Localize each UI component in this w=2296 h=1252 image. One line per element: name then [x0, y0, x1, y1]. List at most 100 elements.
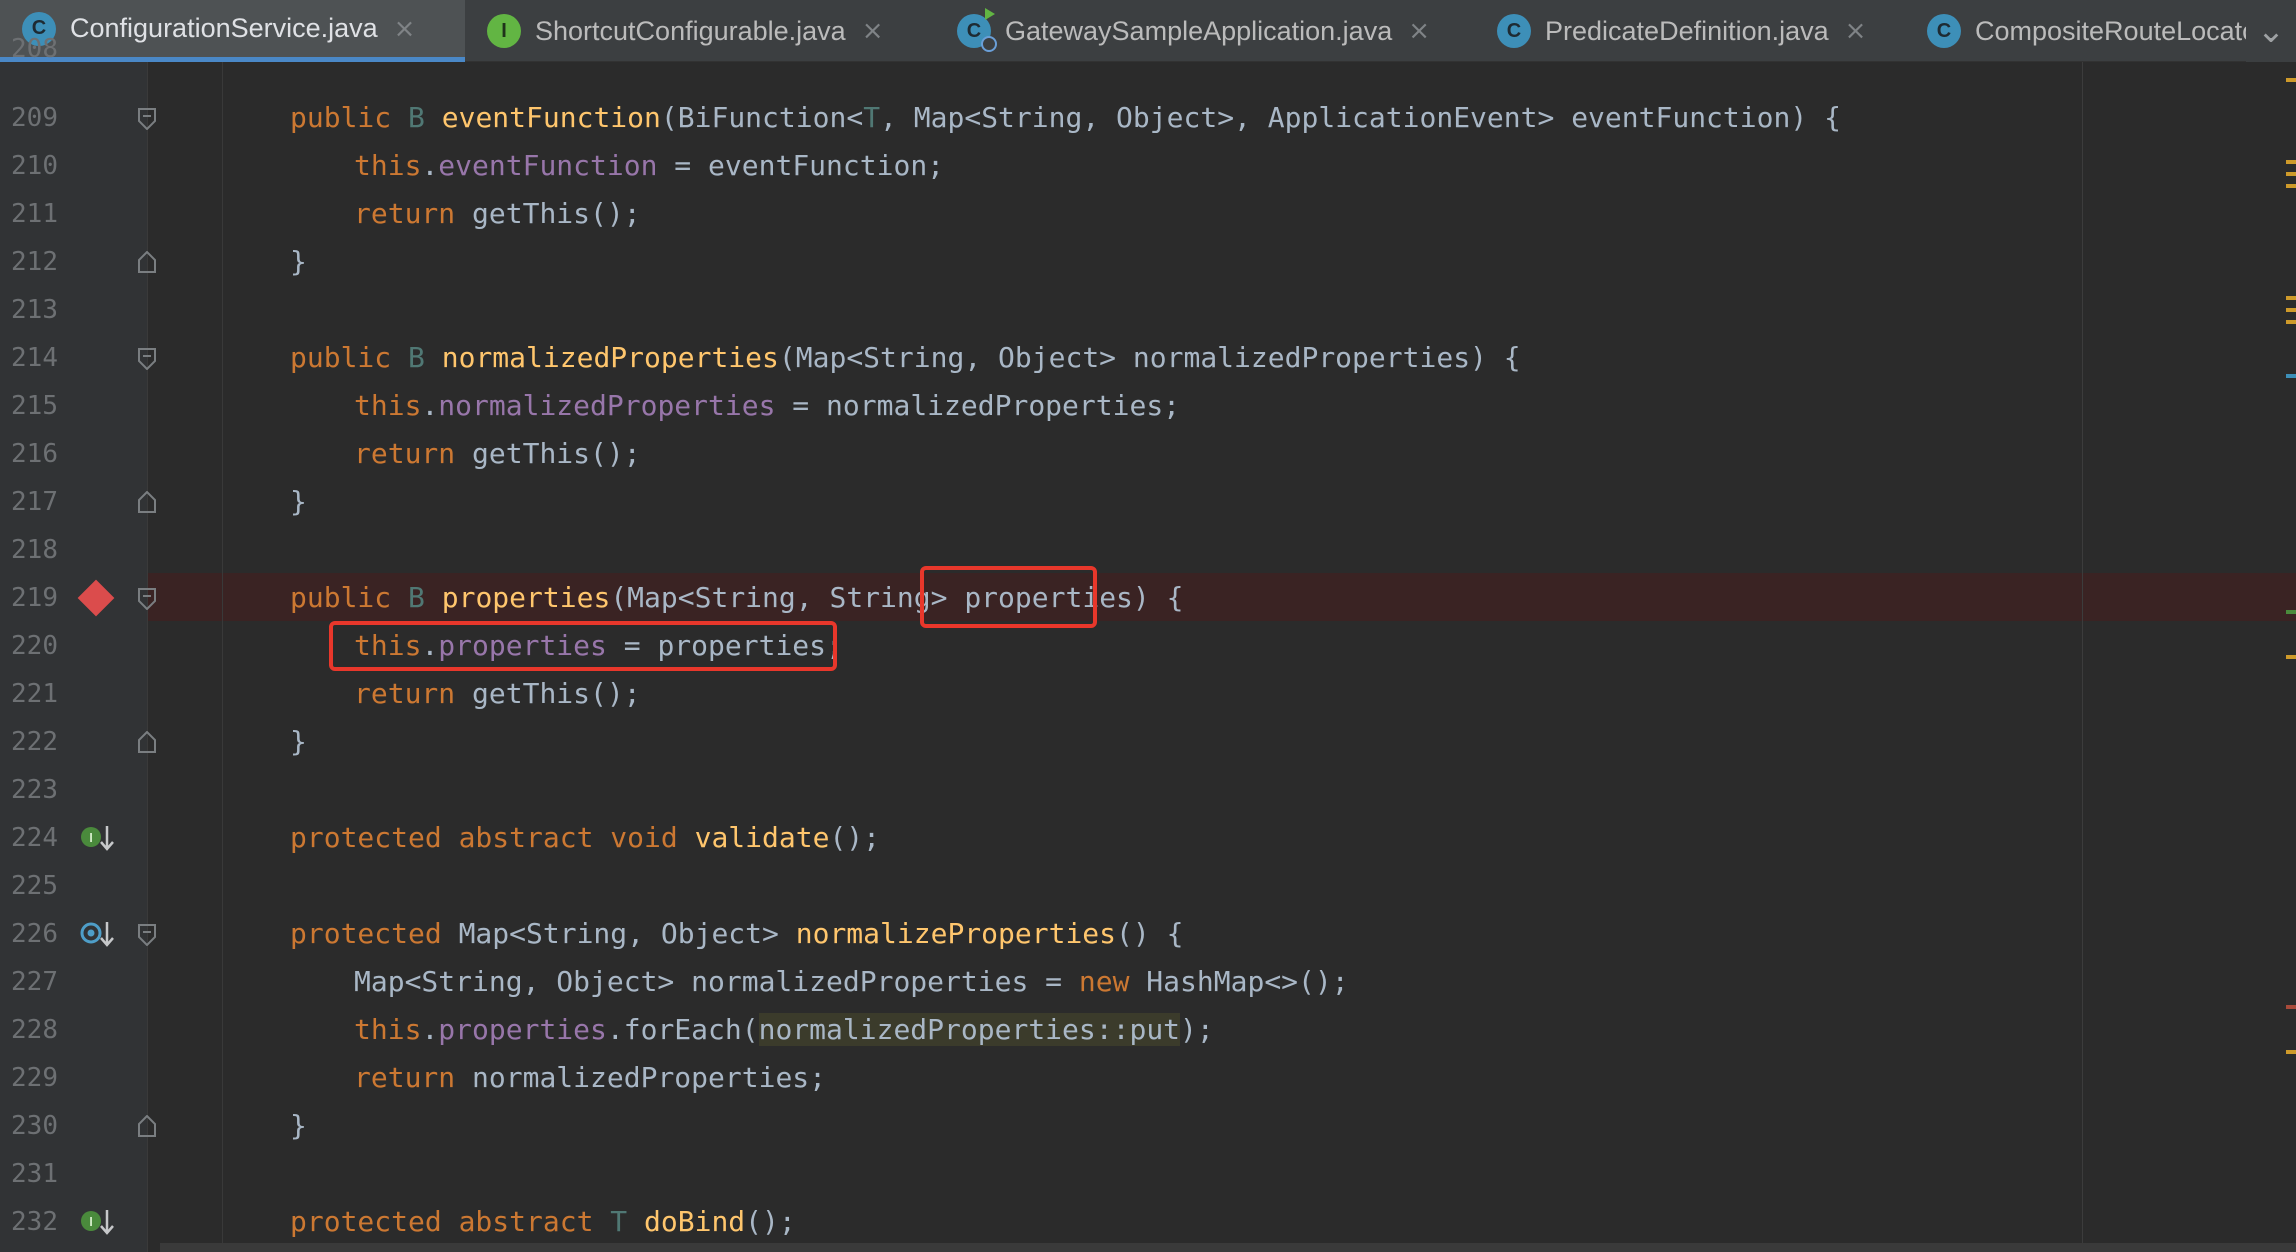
line-number: 208	[11, 34, 58, 64]
implemented-method-icon[interactable]: I	[80, 824, 114, 859]
annotation-box-assignment	[329, 621, 837, 671]
code-text: Map<String, Object> normalizedProperties…	[354, 965, 1349, 998]
code-text: protected Map<String, Object> normalizeP…	[290, 917, 1184, 950]
code-line[interactable]: 213	[0, 286, 2296, 334]
close-icon[interactable]: ×	[394, 14, 416, 44]
code-line[interactable]: 224 I protected abstract void validate()…	[0, 814, 2296, 862]
svg-text:I: I	[89, 830, 93, 845]
class-icon: C	[1497, 14, 1531, 48]
runnable-class-icon: C	[957, 8, 997, 52]
line-number: 224	[11, 823, 58, 853]
line-number: 222	[11, 727, 58, 757]
code-line[interactable]: 228 this.properties.forEach(normalizedPr…	[0, 1006, 2296, 1054]
line-number: 229	[11, 1063, 58, 1093]
line-number: 211	[11, 199, 58, 229]
line-number: 219	[11, 583, 58, 613]
code-line[interactable]: 222 }	[0, 718, 2296, 766]
close-icon[interactable]: ×	[1408, 16, 1430, 46]
code-text: protected abstract void validate();	[290, 821, 881, 854]
line-number: 216	[11, 439, 58, 469]
code-line[interactable]: 232 I protected abstract T doBind();	[0, 1198, 2296, 1246]
code-line[interactable]: 216 return getThis();	[0, 430, 2296, 478]
code-line[interactable]: 217 }	[0, 478, 2296, 526]
code-text: }	[290, 725, 307, 758]
tab-label: ShortcutConfigurable.java	[535, 15, 846, 46]
line-number: 226	[11, 919, 58, 949]
line-number: 215	[11, 391, 58, 421]
overridden-method-icon[interactable]	[80, 920, 114, 955]
code-line[interactable]: 214 public B normalizedProperties(Map<St…	[0, 334, 2296, 382]
code-text: return normalizedProperties;	[354, 1061, 827, 1094]
code-line[interactable]: 226 protected Map<String, Object> normal…	[0, 910, 2296, 958]
warning-stripe-mark[interactable]	[2286, 78, 2296, 82]
error-stripe-mark[interactable]	[2286, 1005, 2296, 1009]
line-number: 231	[11, 1159, 58, 1189]
line-number: 209	[11, 103, 58, 133]
warning-stripe-mark[interactable]	[2286, 308, 2296, 312]
code-line[interactable]: 231	[0, 1150, 2296, 1198]
warning-stripe-mark[interactable]	[2286, 172, 2296, 176]
fold-marker-icon[interactable]	[138, 924, 156, 946]
info-stripe-mark[interactable]	[2286, 374, 2296, 378]
warning-stripe-mark[interactable]	[2286, 160, 2296, 164]
line-number: 230	[11, 1111, 58, 1141]
code-line-breakpoint[interactable]: 219 public B properties(Map<String, Stri…	[0, 574, 2296, 622]
fold-marker-icon[interactable]	[138, 348, 156, 370]
code-line[interactable]: 211 return getThis();	[0, 190, 2296, 238]
warning-stripe-mark[interactable]	[2286, 320, 2296, 324]
code-line[interactable]: 218	[0, 526, 2296, 574]
code-line[interactable]: 223	[0, 766, 2296, 814]
annotation-box-parameter	[920, 566, 1097, 628]
breakpoint-icon[interactable]	[77, 579, 115, 617]
code-text: this.properties.forEach(normalizedProper…	[354, 1013, 1214, 1046]
code-text: return getThis();	[354, 677, 641, 710]
line-number: 223	[11, 775, 58, 805]
line-number: 218	[11, 535, 58, 565]
fold-end-marker-icon[interactable]	[138, 491, 156, 513]
fold-end-marker-icon[interactable]	[138, 731, 156, 753]
code-line[interactable]: 209 public B eventFunction(BiFunction<T,…	[0, 94, 2296, 142]
tab-label: GatewaySampleApplication.java	[1005, 15, 1393, 46]
close-icon[interactable]: ×	[1845, 16, 1867, 46]
method-reference-highlight: normalizedProperties::put	[758, 1013, 1181, 1046]
fold-marker-icon[interactable]	[138, 588, 156, 610]
line-number: 217	[11, 487, 58, 517]
code-line[interactable]: 221 return getThis();	[0, 670, 2296, 718]
warning-stripe-mark[interactable]	[2286, 655, 2296, 659]
code-line[interactable]: 225	[0, 862, 2296, 910]
code-line[interactable]: 227 Map<String, Object> normalizedProper…	[0, 958, 2296, 1006]
line-number: 210	[11, 151, 58, 181]
code-line[interactable]: 229 return normalizedProperties;	[0, 1054, 2296, 1102]
tab-label: PredicateDefinition.java	[1545, 15, 1829, 46]
horizontal-scrollbar[interactable]	[160, 1243, 2296, 1252]
implemented-method-icon[interactable]: I	[80, 1208, 114, 1243]
warning-stripe-mark[interactable]	[2286, 184, 2296, 188]
interface-icon: I	[487, 14, 521, 48]
line-number: 221	[11, 679, 58, 709]
change-stripe-mark[interactable]	[2286, 610, 2296, 614]
code-text: protected abstract T doBind();	[290, 1205, 796, 1238]
fold-end-marker-icon[interactable]	[138, 251, 156, 273]
code-line[interactable]: 212 }	[0, 238, 2296, 286]
code-text: this.eventFunction = eventFunction;	[354, 149, 945, 182]
code-text: return getThis();	[354, 197, 641, 230]
warning-stripe-mark[interactable]	[2286, 1050, 2296, 1054]
line-number: 212	[11, 247, 58, 277]
code-line[interactable]: 230 }	[0, 1102, 2296, 1150]
fold-end-marker-icon[interactable]	[138, 1115, 156, 1137]
fold-marker-icon[interactable]	[138, 108, 156, 130]
tab-label: ConfigurationService.java	[70, 13, 378, 43]
line-number: 220	[11, 631, 58, 661]
tab-label: CompositeRouteLocato	[1975, 15, 2250, 46]
line-number: 227	[11, 967, 58, 997]
code-line[interactable]: 215 this.normalizedProperties = normaliz…	[0, 382, 2296, 430]
code-line[interactable]: 210 this.eventFunction = eventFunction;	[0, 142, 2296, 190]
code-text: }	[290, 485, 307, 518]
warning-stripe-mark[interactable]	[2286, 296, 2296, 300]
line-number: 228	[11, 1015, 58, 1045]
code-text: public B normalizedProperties(Map<String…	[290, 341, 1521, 374]
code-line[interactable]: 208	[0, 34, 2296, 93]
close-icon[interactable]: ×	[862, 16, 884, 46]
line-number: 213	[11, 295, 58, 325]
line-number: 214	[11, 343, 58, 373]
